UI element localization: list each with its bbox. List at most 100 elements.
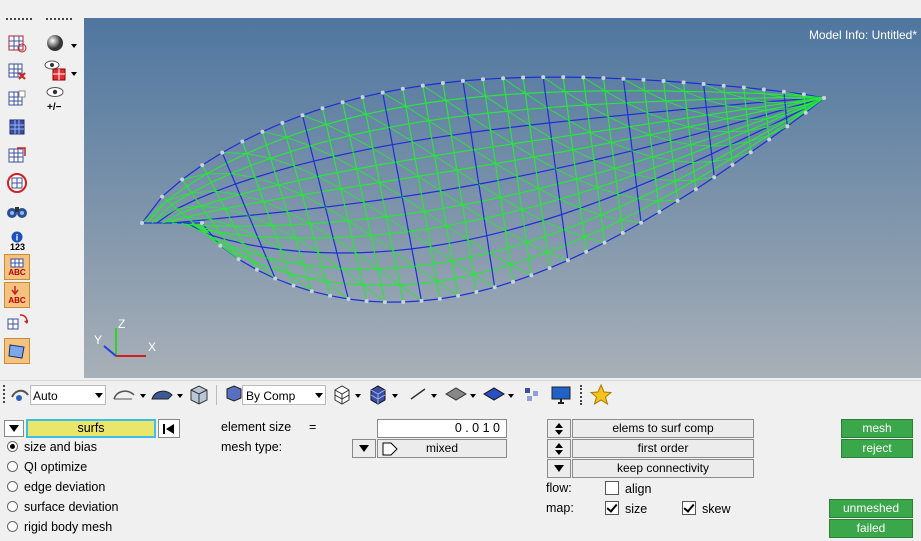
elems-to-surf-toggle[interactable]	[547, 419, 571, 438]
mesh-node	[741, 85, 746, 90]
shaded-surface-icon[interactable]	[150, 386, 176, 405]
mesh-edge	[763, 88, 784, 93]
mesh-edge	[411, 141, 416, 159]
chevron-down-icon[interactable]	[140, 394, 146, 398]
wire-cube-icon[interactable]	[331, 384, 353, 409]
toolbar-grip[interactable]	[6, 18, 32, 24]
wireframe-icon[interactable]	[112, 386, 138, 405]
star-icon[interactable]	[589, 383, 613, 409]
mesh-edge	[524, 219, 544, 227]
mesh-edge	[675, 179, 695, 182]
mesh-edge	[675, 170, 695, 182]
mesh-edge	[707, 114, 728, 120]
toolbar-grip[interactable]	[46, 18, 72, 24]
elems-to-surf-comp-button[interactable]: elems to surf comp	[572, 419, 754, 438]
mode-qi-optimize[interactable]: QI optimize	[7, 460, 87, 474]
mesh-edge	[614, 162, 634, 169]
plane-icon[interactable]	[444, 386, 468, 405]
mesh-edge	[325, 124, 331, 141]
chevron-down-icon[interactable]	[355, 394, 361, 398]
toolbar-grip[interactable]	[580, 385, 582, 405]
chevron-down-icon[interactable]	[508, 394, 514, 398]
mesh-edge	[311, 290, 331, 297]
display-mode-dropdown[interactable]: Auto	[30, 385, 106, 405]
mesh-edge	[544, 229, 565, 237]
chevron-down-icon[interactable]	[71, 72, 77, 76]
map-skew-checkbox[interactable]: skew	[682, 501, 730, 516]
align-checkbox[interactable]: align	[605, 481, 651, 496]
mode-edge-deviation[interactable]: edge deviation	[7, 480, 105, 494]
mesh-button[interactable]: mesh	[841, 419, 913, 438]
reverse-mask-icon[interactable]	[6, 116, 28, 138]
shaded-cube-icon[interactable]	[367, 384, 389, 409]
label-abc-down-icon[interactable]: ABC	[4, 282, 30, 308]
shaded-plane-icon[interactable]	[482, 386, 506, 405]
mask-icon[interactable]	[6, 32, 28, 54]
mesh-edge	[611, 138, 631, 144]
mesh-type-dropdown[interactable]: mixed	[377, 439, 507, 458]
line-icon[interactable]	[408, 385, 430, 406]
mask-element-icon[interactable]	[6, 60, 28, 82]
mesh-edge	[449, 239, 469, 244]
mesh-node	[360, 95, 365, 100]
first-order-button[interactable]: first order	[572, 439, 754, 458]
color-mode-dropdown[interactable]: By Comp	[242, 385, 326, 405]
mesh-type-dropdown-arrow[interactable]	[352, 439, 376, 458]
element-size-input[interactable]: 0 . 0 1 0	[377, 419, 507, 438]
mode-surface-deviation[interactable]: surface deviation	[7, 500, 119, 514]
unmask-all-icon[interactable]	[6, 144, 28, 166]
solid-box-icon[interactable]	[187, 384, 211, 409]
surfs-selector[interactable]: surfs	[26, 419, 156, 438]
mesh-edge	[326, 118, 347, 125]
mesh-edge	[239, 188, 260, 196]
mesh-edge	[448, 243, 453, 261]
bounding-box-icon[interactable]	[4, 338, 30, 364]
entity-type-dropdown[interactable]	[4, 420, 24, 437]
mesh-edge	[631, 150, 635, 163]
order-toggle[interactable]	[547, 439, 571, 458]
unmeshed-button[interactable]: unmeshed	[829, 499, 913, 518]
chevron-down-icon	[9, 425, 19, 432]
mesh-node	[260, 129, 265, 134]
keep-connectivity-button[interactable]: keep connectivity	[572, 459, 754, 478]
mesh-edge	[744, 97, 766, 103]
mesh-edge	[672, 153, 693, 162]
chevron-down-icon[interactable]	[71, 44, 77, 48]
mode-rigid-body-mesh[interactable]: rigid body mesh	[7, 520, 112, 534]
reject-button[interactable]: reject	[841, 439, 913, 458]
binoculars-icon[interactable]	[6, 200, 28, 222]
monitor-icon[interactable]	[550, 384, 572, 409]
mesh-edge	[510, 264, 532, 276]
mesh-node	[481, 77, 485, 82]
mesh-edge	[565, 236, 585, 246]
map-size-checkbox[interactable]: size	[605, 501, 647, 516]
visibility-icon[interactable]	[44, 60, 66, 82]
label-abc-icon[interactable]: ABC	[4, 254, 30, 280]
mask-adjacent-icon[interactable]	[6, 88, 28, 110]
shaded-sphere-icon[interactable]	[44, 32, 66, 54]
transform-icon[interactable]	[6, 311, 28, 333]
chevron-down-icon[interactable]	[392, 394, 398, 398]
mesh-edge	[431, 134, 452, 139]
grid-dots-icon[interactable]	[522, 385, 542, 408]
mesh-edge	[489, 252, 511, 266]
mesh-edge	[206, 162, 227, 175]
mesh-edge	[408, 231, 413, 250]
mesh-edge	[385, 109, 390, 128]
mesh-edge	[640, 211, 660, 224]
mesh-edge	[730, 151, 733, 159]
graphics-viewport[interactable]: Model Info: Untitled* Z X Y	[84, 18, 921, 378]
chevron-down-icon[interactable]	[431, 394, 437, 398]
mesh-edge	[402, 88, 407, 107]
chevron-down-icon[interactable]	[470, 394, 476, 398]
failed-button[interactable]: failed	[829, 519, 913, 538]
mesh-edge	[411, 140, 435, 157]
toolbar-grip[interactable]	[3, 385, 5, 403]
mesh-model[interactable]	[84, 18, 921, 378]
find-icon[interactable]	[6, 172, 28, 194]
mesh-edge	[215, 190, 240, 195]
connectivity-dropdown[interactable]	[547, 459, 571, 478]
reset-selection-button[interactable]	[158, 419, 180, 438]
mode-size-and-bias[interactable]: size and bias	[7, 440, 97, 454]
chevron-down-icon[interactable]	[177, 394, 183, 398]
